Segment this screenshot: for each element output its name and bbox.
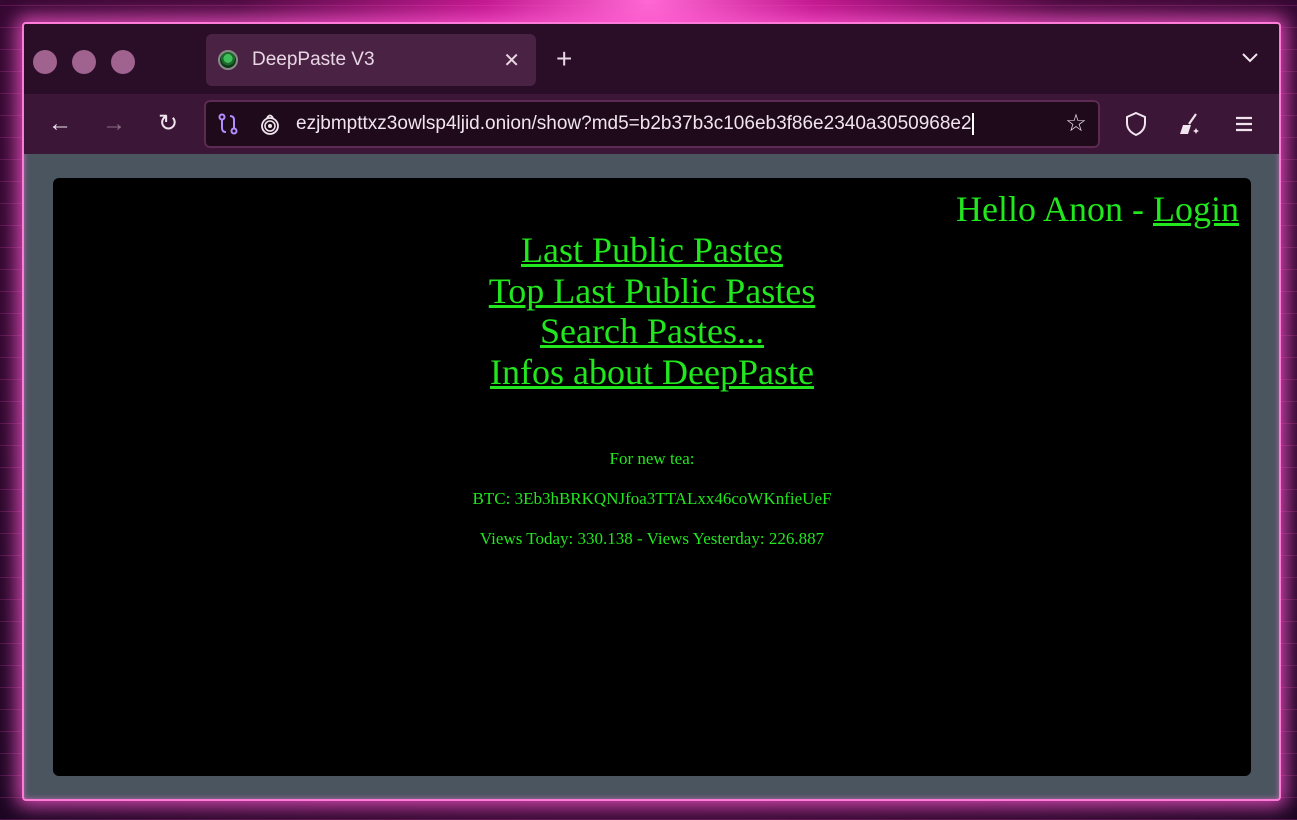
greeting: Hello Anon - Login	[956, 188, 1239, 230]
broom-icon[interactable]	[1174, 108, 1206, 140]
tab-bar: DeepPaste V3 ✕ +	[24, 24, 1279, 94]
tab-close-icon[interactable]: ✕	[503, 48, 520, 73]
site-favicon-icon	[218, 50, 238, 70]
btc-address: BTC: 3Eb3hBRKQNJfoa3TTALxx46coWKnfieUeF	[472, 489, 832, 508]
tab-deeppaste[interactable]: DeepPaste V3 ✕	[206, 34, 536, 86]
tor-circuit-icon[interactable]	[216, 112, 240, 136]
window-maximize-button[interactable]	[111, 50, 135, 74]
forward-button[interactable]: →	[98, 108, 130, 140]
nav-top-last-public-pastes[interactable]: Top Last Public Pastes	[489, 271, 815, 312]
info-section: For new tea: BTC: 3Eb3hBRKQNJfoa3TTALxx4…	[53, 448, 1251, 568]
nav-infos-about[interactable]: Infos about DeepPaste	[490, 352, 814, 393]
tabs-dropdown-icon[interactable]	[1241, 48, 1259, 66]
hamburger-menu-icon[interactable]	[1228, 108, 1260, 140]
site-nav: Last Public Pastes Top Last Public Paste…	[53, 230, 1251, 392]
browser-window: DeepPaste V3 ✕ + ← → ↻ ezjbmpttxz3owlsp4…	[22, 22, 1281, 801]
reload-button[interactable]: ↻	[152, 108, 184, 140]
login-link[interactable]: Login	[1153, 189, 1239, 229]
view-stats: Views Today: 330.138 - Views Yesterday: …	[479, 529, 825, 548]
new-tab-button[interactable]: +	[556, 44, 572, 74]
window-close-button[interactable]	[33, 50, 57, 74]
window-minimize-button[interactable]	[72, 50, 96, 74]
greeting-text: Hello Anon -	[956, 189, 1153, 229]
bookmark-star-icon[interactable]: ☆	[1062, 110, 1090, 138]
donation-label: For new tea:	[609, 449, 695, 468]
shield-icon[interactable]	[1120, 108, 1152, 140]
nav-last-public-pastes[interactable]: Last Public Pastes	[521, 230, 783, 271]
tab-title: DeepPaste V3	[252, 49, 375, 70]
url-text[interactable]: ezjbmpttxz3owlsp4ljid.onion/show?md5=b2b…	[296, 102, 1056, 146]
onion-lock-icon[interactable]	[258, 112, 282, 136]
page-content: Hello Anon - Login Last Public Pastes To…	[53, 178, 1251, 776]
nav-search-pastes[interactable]: Search Pastes...	[540, 311, 764, 352]
address-bar[interactable]: ezjbmpttxz3owlsp4ljid.onion/show?md5=b2b…	[204, 100, 1100, 148]
nav-toolbar: ← → ↻ ezjbmpttxz3owlsp4ljid.onion/show?m…	[24, 94, 1279, 154]
back-button[interactable]: ←	[44, 108, 76, 140]
